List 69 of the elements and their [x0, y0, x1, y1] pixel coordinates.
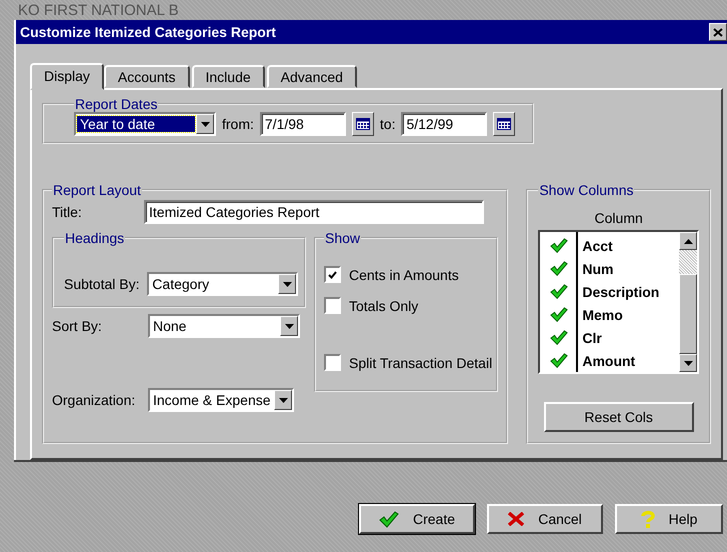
tab[interactable]: Display	[30, 63, 104, 90]
down-arrow-icon	[282, 282, 292, 286]
check-icon	[378, 510, 399, 528]
down-arrow-icon	[684, 360, 692, 366]
field-label: to:	[380, 116, 396, 132]
check-icon	[550, 330, 568, 346]
scrollbar[interactable]	[679, 232, 697, 372]
organization-dropdown[interactable]: Income & Expense	[148, 388, 294, 412]
checkbox-label: Split Transaction Detail	[349, 354, 492, 370]
checkbox-label: Totals Only	[349, 298, 418, 314]
check-icon	[550, 306, 568, 322]
group-label: Show Columns	[538, 182, 634, 198]
tab[interactable]: Advanced	[266, 65, 357, 88]
checkbox-label: Cents in Amounts	[349, 266, 459, 282]
check-icon	[550, 352, 568, 368]
down-arrow-icon	[284, 324, 294, 328]
calendar-icon	[356, 118, 370, 130]
x-icon	[508, 512, 524, 526]
column-name[interactable]: Num	[578, 260, 614, 276]
tab[interactable]: Accounts	[104, 65, 190, 88]
dropdown-button[interactable]	[274, 390, 292, 410]
up-arrow-icon	[684, 238, 692, 244]
column-name[interactable]: Memo	[578, 306, 623, 322]
to-date-field[interactable]: 5/12/99	[401, 112, 488, 136]
sort-dropdown[interactable]: None	[148, 314, 300, 338]
close-icon	[713, 28, 723, 36]
column-header: Column	[594, 210, 644, 226]
column-name[interactable]: Acct	[578, 238, 613, 254]
group-label: Headings	[64, 230, 126, 246]
group-label: Report Dates	[74, 96, 158, 112]
field-label: Sort By:	[52, 318, 103, 334]
date-range-dropdown[interactable]: Year to date	[74, 112, 216, 136]
column-name[interactable]: Description	[578, 284, 660, 300]
calendar-icon	[497, 118, 512, 130]
reset-cols-button[interactable]: Reset Cols	[544, 402, 694, 432]
create-button[interactable]: Create	[359, 504, 475, 534]
help-button[interactable]: Help	[615, 504, 723, 534]
checkbox[interactable]	[324, 354, 341, 371]
check-icon	[550, 260, 568, 276]
field-label: from:	[222, 116, 254, 132]
group-label: Show	[324, 230, 362, 246]
column-name[interactable]: Amount	[578, 352, 636, 368]
title-field[interactable]: Itemized Categories Report	[144, 200, 484, 224]
down-arrow-icon	[278, 398, 288, 402]
window-title: Customize Itemized Categories Report	[20, 24, 276, 40]
question-icon	[640, 510, 655, 528]
subtotal-dropdown[interactable]: Category	[147, 272, 298, 296]
down-arrow-icon	[200, 122, 210, 126]
cancel-button[interactable]: Cancel	[487, 504, 603, 534]
tab[interactable]: Include	[192, 65, 265, 88]
from-date-field[interactable]: 7/1/98	[260, 112, 346, 136]
check-mark-icon	[328, 270, 337, 278]
column-name[interactable]: Clr	[578, 330, 602, 346]
background-window-title: KO FIRST NATIONAL B	[17, 1, 180, 20]
field-label: Title:	[52, 204, 83, 220]
calendar-button[interactable]	[493, 112, 516, 136]
scroll-thumb[interactable]	[679, 274, 697, 354]
close-button[interactable]	[709, 23, 727, 41]
checkbox[interactable]	[324, 266, 341, 283]
field-label: Subtotal By:	[64, 276, 140, 292]
checkbox[interactable]	[324, 297, 341, 314]
field-label: Organization:	[52, 392, 136, 408]
dropdown-button[interactable]	[196, 114, 214, 134]
dropdown-button[interactable]	[278, 274, 296, 294]
calendar-button[interactable]	[352, 112, 374, 136]
check-icon	[550, 284, 568, 300]
dropdown-button[interactable]	[280, 316, 298, 336]
group-label: Report Layout	[52, 182, 142, 198]
check-icon	[550, 238, 568, 254]
